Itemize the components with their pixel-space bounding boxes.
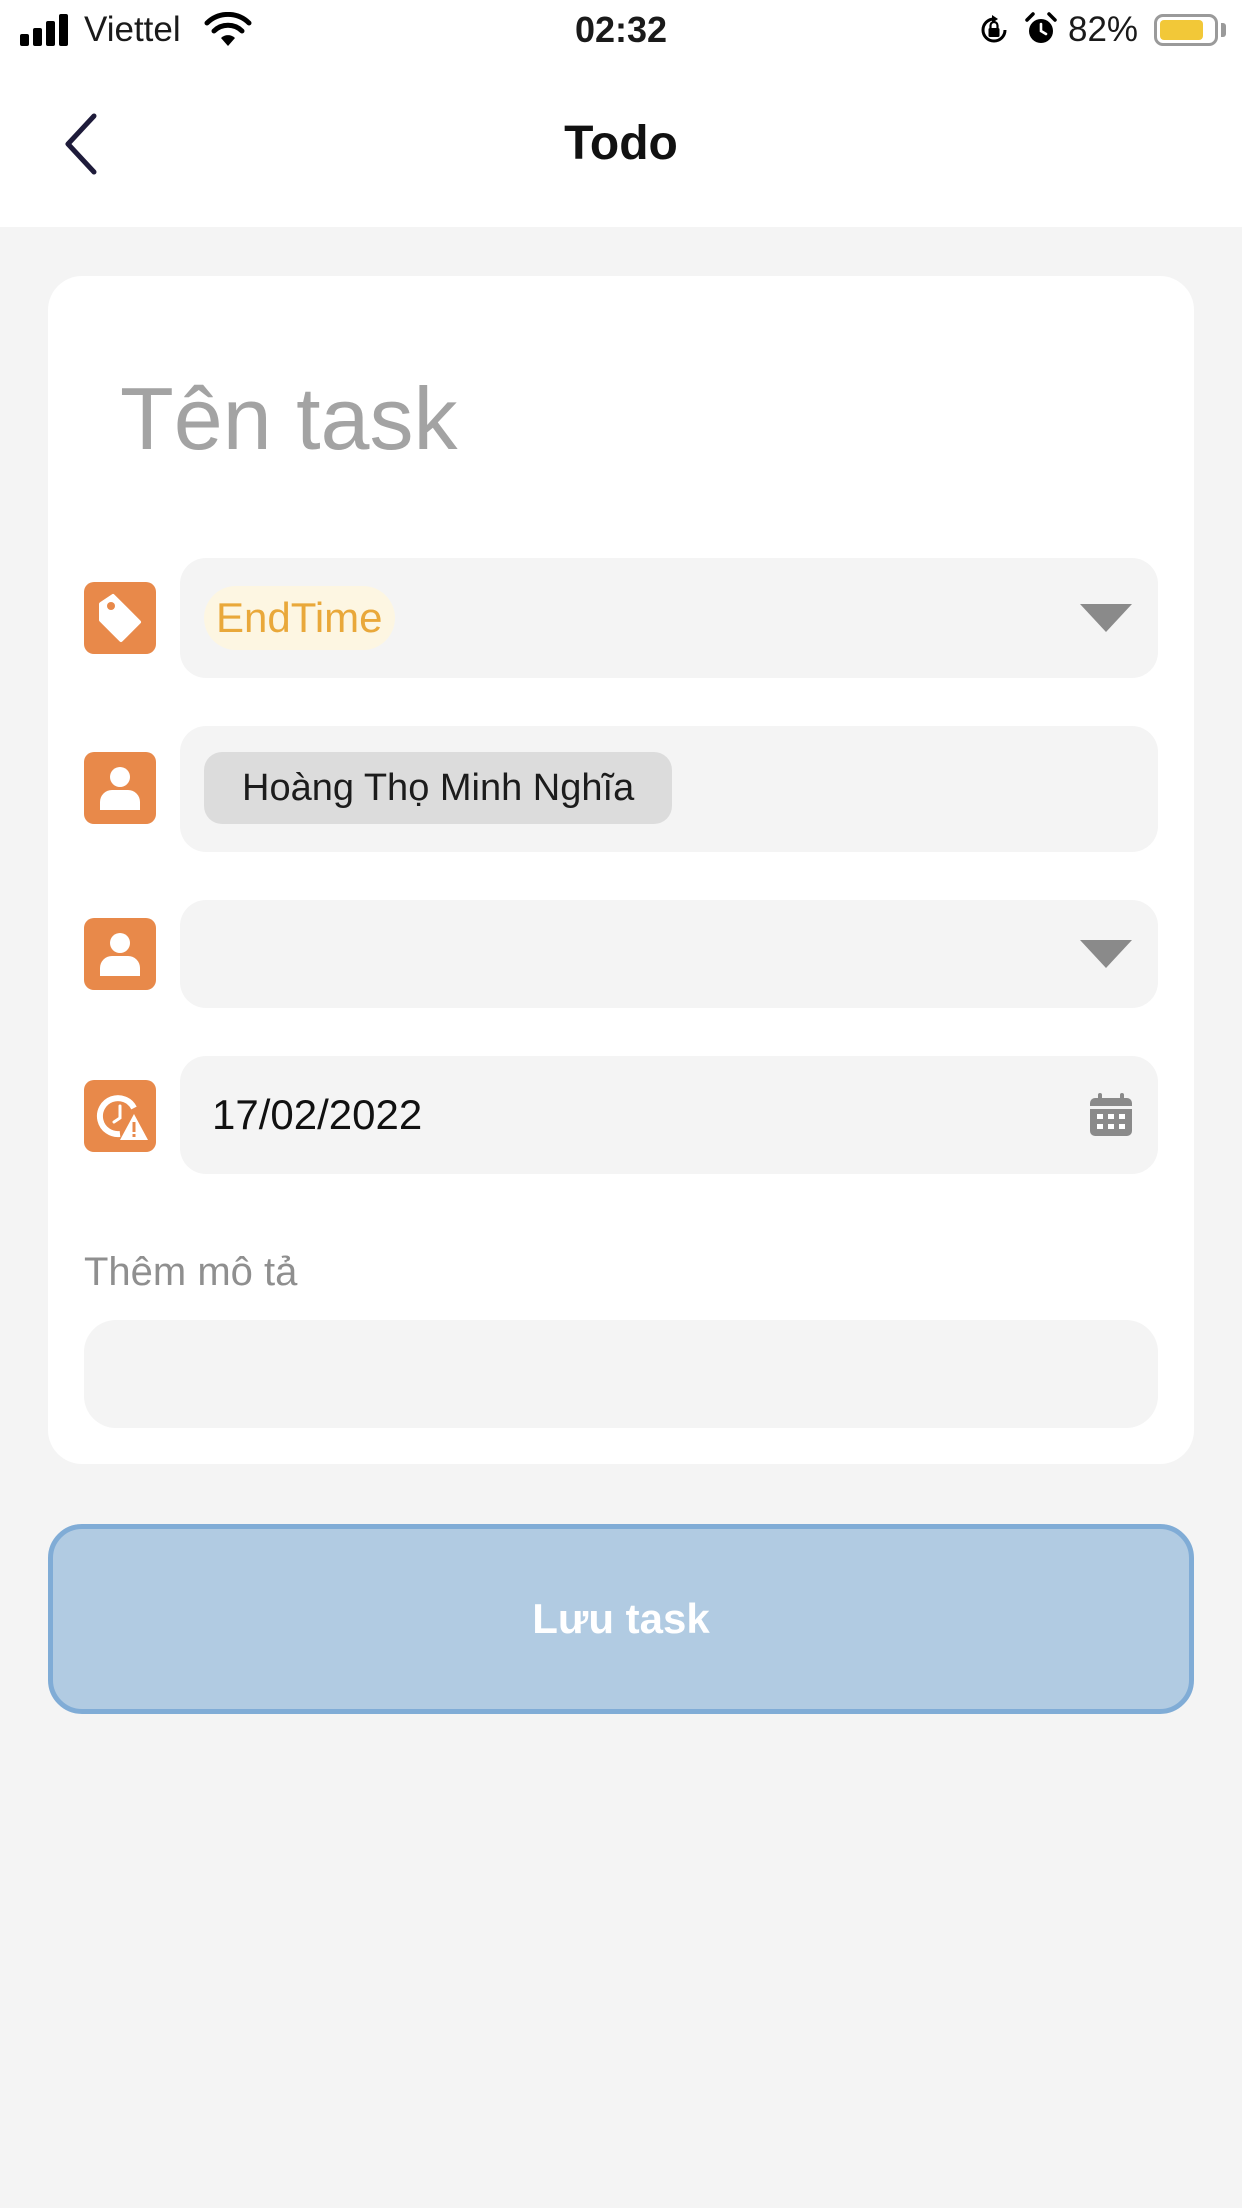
assignee-chip[interactable]: Hoàng Thọ Minh Nghĩa: [204, 752, 673, 824]
battery-icon: [1154, 14, 1218, 46]
page-title: Todo: [564, 117, 678, 170]
calendar-icon[interactable]: [1088, 1092, 1134, 1138]
orientation-lock-icon: [981, 15, 1007, 43]
deadline-date-value: 17/02/2022: [212, 1091, 423, 1138]
assignee-field[interactable]: Hoàng Thọ Minh Nghĩa: [180, 726, 1158, 852]
person-icon: [84, 918, 156, 990]
tag-icon: [84, 582, 156, 654]
caret-down-icon[interactable]: [1078, 602, 1134, 634]
caret-down-icon[interactable]: [1078, 938, 1134, 970]
battery-percent: 82%: [1068, 10, 1139, 49]
status-bar: Viettel 02:32 82%: [0, 0, 1242, 62]
task-name-input[interactable]: [120, 364, 1120, 474]
task-form-card: EndTime Hoàng Thọ Minh Nghĩa: [48, 276, 1194, 1464]
top-bar: Viettel 02:32 82% Todo: [0, 0, 1242, 227]
tag-dropdown[interactable]: EndTime: [180, 558, 1158, 678]
alarm-icon: [1025, 12, 1057, 43]
deadline-date-field[interactable]: 17/02/2022: [180, 1056, 1158, 1174]
deadline-clock-warning-icon: [84, 1080, 156, 1152]
save-task-button[interactable]: Lưu task: [48, 1524, 1194, 1714]
battery-tip: [1221, 23, 1226, 37]
description-input[interactable]: [84, 1320, 1158, 1428]
battery-level-fill: [1160, 20, 1203, 40]
follower-dropdown[interactable]: [180, 900, 1158, 1008]
tag-chip: EndTime: [204, 586, 395, 650]
person-icon: [84, 752, 156, 824]
description-label: Thêm mô tả: [84, 1250, 298, 1294]
